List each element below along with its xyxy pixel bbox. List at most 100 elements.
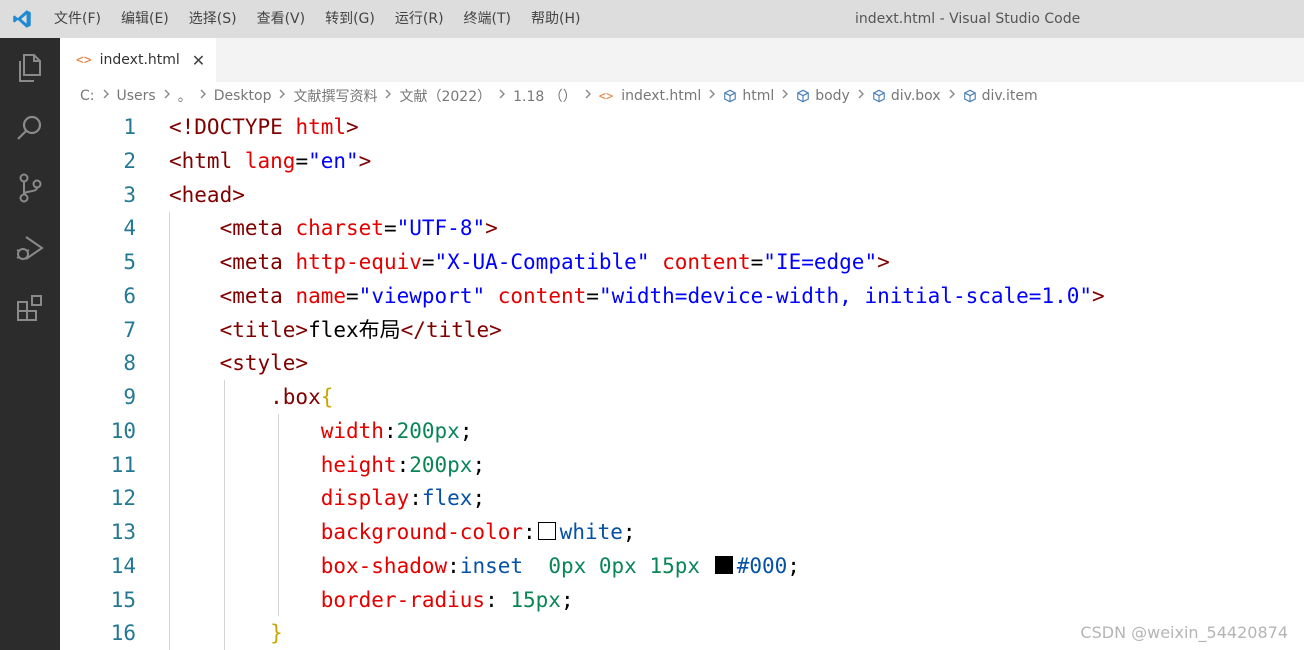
code-line[interactable]: 6 <meta name="viewport" content="width=d… [60, 279, 1304, 313]
code-token: </title> [400, 317, 502, 342]
breadcrumb-symbol[interactable]: div.box [872, 88, 941, 104]
breadcrumb-file-label: indext.html [621, 88, 702, 104]
chevron-right-icon [707, 88, 717, 104]
code-line[interactable]: 12 display:flex; [60, 481, 1304, 515]
breadcrumb-item[interactable]: Desktop [214, 88, 272, 104]
code-text: .box{ [169, 380, 333, 414]
chevron-right-icon [947, 88, 957, 104]
code-line[interactable]: 9 .box{ [60, 380, 1304, 414]
code-line[interactable]: 10 width:200px; [60, 414, 1304, 448]
code-token: ; [472, 486, 486, 511]
breadcrumb-item[interactable]: C: [80, 88, 95, 104]
code-line[interactable]: 3 <head> [60, 178, 1304, 212]
menu-item[interactable]: 编辑(E) [111, 0, 179, 38]
code-line[interactable]: 11 height:200px; [60, 448, 1304, 482]
code-line[interactable]: 14 box-shadow:inset 0px 0px 15px #000; [60, 549, 1304, 583]
code-token: "viewport" [358, 283, 486, 308]
code-line[interactable]: 2 <html lang="en"> [60, 144, 1304, 178]
breadcrumb-symbol-label: div.item [981, 88, 1038, 104]
code-line[interactable]: 1 <!DOCTYPE html> [60, 110, 1304, 144]
code-token: = [750, 250, 764, 274]
code-token: : [447, 553, 460, 578]
breadcrumb-item[interactable]: Users [117, 88, 156, 104]
chevron-right-icon [583, 88, 593, 104]
menu-item[interactable]: 查看(V) [247, 0, 316, 38]
vscode-logo-icon[interactable] [0, 0, 44, 38]
code-line[interactable]: 5 <meta http-equiv="X-UA-Compatible" con… [60, 245, 1304, 279]
color-swatch[interactable] [537, 522, 556, 540]
breadcrumb-item[interactable]: 。 [178, 86, 192, 106]
code-line[interactable]: 4 <meta charset="UTF-8"> [60, 211, 1304, 245]
line-number: 6 [123, 283, 136, 308]
indent-guide [224, 380, 225, 650]
code-text: <!DOCTYPE html> [169, 110, 359, 144]
code-token: ; [459, 418, 473, 443]
line-number: 9 [123, 385, 136, 409]
tab-indext-html[interactable]: <> indext.html ✕ [60, 38, 216, 82]
line-number: 5 [123, 250, 136, 274]
breadcrumb-item[interactable]: 1.18 （） [513, 86, 577, 106]
indent-guide [278, 414, 279, 616]
code-token: : [396, 452, 410, 477]
code-token: <meta [169, 216, 296, 241]
code-token: ; [472, 452, 486, 477]
code-token: content [497, 283, 587, 308]
watermark: CSDN @weixin_54420874 [1080, 623, 1288, 642]
close-icon[interactable]: ✕ [192, 51, 205, 70]
tab-label: indext.html [99, 52, 180, 68]
code-line[interactable]: 7 <title>flex布局</title> [60, 313, 1304, 347]
code-token: : [485, 587, 511, 612]
line-number: 4 [123, 216, 136, 241]
chevron-right-icon [277, 88, 287, 104]
code-text: <meta name="viewport" content="width=dev… [169, 279, 1105, 313]
code-token: #000 [736, 553, 788, 578]
window-title: indext.html - Visual Studio Code [855, 11, 1081, 27]
source-control-icon[interactable] [0, 158, 60, 218]
code-token: > [877, 250, 890, 274]
code-line[interactable]: 13 background-color: white; [60, 515, 1304, 549]
breadcrumb-symbol[interactable]: body [796, 88, 850, 104]
code-token: flex [421, 486, 473, 511]
code-token: ; [787, 553, 800, 578]
indent-guide [169, 212, 170, 650]
extensions-icon[interactable] [0, 278, 60, 338]
code-token: charset [295, 216, 384, 241]
search-icon[interactable] [0, 98, 60, 158]
breadcrumb-item[interactable]: 文献撰写资料 [293, 86, 377, 106]
code-text: <html lang="en"> [169, 144, 371, 178]
code-text: width:200px; [169, 414, 473, 448]
menu-item[interactable]: 帮助(H) [521, 0, 590, 38]
breadcrumb: C: Users 。 Desktop 文献撰写资料 文献（2022） 1.18 （） <> … [60, 82, 1304, 110]
code-token: white [559, 520, 623, 544]
code-token: height [169, 452, 397, 477]
code-token: 0px 0px 15px [548, 553, 713, 578]
code-text: height:200px; [169, 448, 485, 482]
code-token: > [1092, 283, 1105, 308]
explorer-icon[interactable] [0, 38, 60, 98]
menu-item[interactable]: 运行(R) [385, 0, 454, 38]
run-debug-icon[interactable] [0, 218, 60, 278]
menu-item[interactable]: 转到(G) [315, 0, 385, 38]
activity-bar [0, 38, 60, 650]
code-text: display:flex; [169, 481, 485, 515]
line-number: 3 [123, 182, 136, 207]
menu-item[interactable]: 选择(S) [179, 0, 247, 38]
color-swatch[interactable] [714, 555, 733, 574]
line-number: 1 [123, 115, 136, 139]
menu-item[interactable]: 终端(T) [454, 0, 521, 38]
code-editor[interactable]: 1 <!DOCTYPE html> 2 <html lang="en"> 3 <head>… [60, 110, 1304, 650]
code-token: display [169, 486, 410, 511]
breadcrumb-file[interactable]: <> indext.html [599, 88, 702, 104]
code-line[interactable]: 15 border-radius: 15px; [60, 583, 1304, 617]
code-token: background-color [169, 520, 524, 544]
code-token: = [586, 283, 599, 308]
code-line[interactable]: 8 <style> [60, 346, 1304, 380]
menu-bar: 文件(F) 编辑(E) 选择(S) 查看(V) 转到(G) 运行(R) 终端(T) 帮助(H) [44, 0, 590, 38]
breadcrumb-symbol[interactable]: html [723, 88, 774, 104]
breadcrumb-symbol[interactable]: div.item [963, 88, 1038, 104]
menu-item[interactable]: 文件(F) [44, 0, 111, 38]
line-number: 13 [110, 520, 136, 544]
code-token: } [169, 621, 283, 646]
breadcrumb-item[interactable]: 文献（2022） [399, 86, 491, 106]
chevron-right-icon [101, 88, 111, 104]
